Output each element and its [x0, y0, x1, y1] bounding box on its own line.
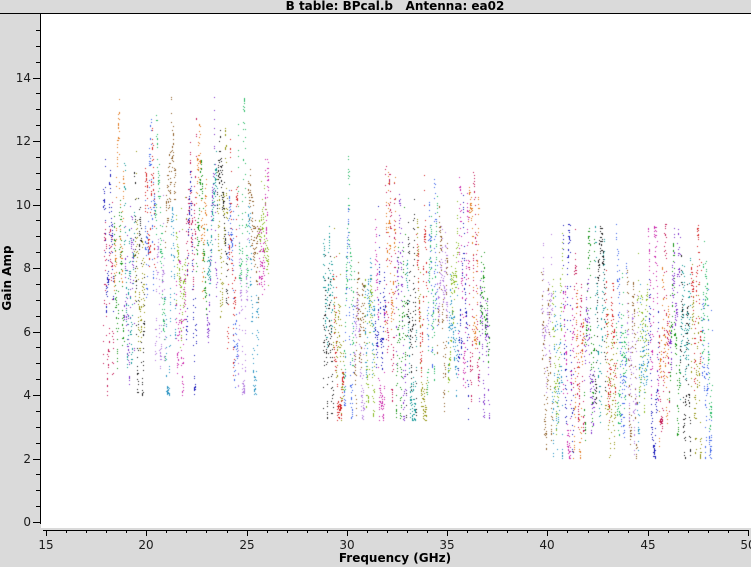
- y-minor-tick: [36, 427, 40, 428]
- x-minor-tick: [688, 530, 689, 533]
- x-minor-tick: [327, 530, 328, 533]
- title-bar: B table: BPcal.b Antenna: ea02: [0, 0, 751, 14]
- x-tick-label: 35: [427, 538, 467, 552]
- y-minor-tick: [36, 252, 40, 253]
- y-tick-label: 10: [0, 198, 31, 212]
- x-minor-tick: [407, 530, 408, 533]
- y-minor-tick: [36, 125, 40, 126]
- x-tick-label: 15: [26, 538, 66, 552]
- x-tick-label: 45: [628, 538, 668, 552]
- x-minor-tick: [628, 530, 629, 533]
- y-minor-tick: [36, 46, 40, 47]
- plot-points-canvas[interactable]: [41, 14, 751, 528]
- x-minor-tick: [527, 530, 528, 533]
- y-tick-label: 4: [0, 388, 31, 402]
- x-axis-title: Frequency (GHz): [42, 551, 748, 565]
- x-major-tick: [748, 530, 749, 536]
- y-minor-tick: [36, 189, 40, 190]
- y-minor-tick: [36, 30, 40, 31]
- y-major-tick: [33, 268, 40, 269]
- x-minor-tick: [507, 530, 508, 533]
- x-minor-tick: [166, 530, 167, 533]
- x-minor-tick: [487, 530, 488, 533]
- y-minor-tick: [36, 236, 40, 237]
- y-minor-tick: [36, 474, 40, 475]
- y-minor-tick: [36, 173, 40, 174]
- y-minor-tick: [36, 157, 40, 158]
- y-major-tick: [33, 205, 40, 206]
- x-minor-tick: [126, 530, 127, 533]
- x-major-tick: [447, 530, 448, 536]
- y-minor-tick: [36, 220, 40, 221]
- y-minor-tick: [36, 443, 40, 444]
- x-major-tick: [648, 530, 649, 536]
- y-major-tick: [33, 459, 40, 460]
- x-minor-tick: [588, 530, 589, 533]
- x-minor-tick: [66, 530, 67, 533]
- x-major-tick: [146, 530, 147, 536]
- x-tick-label: 40: [527, 538, 567, 552]
- y-minor-tick: [36, 300, 40, 301]
- plot-title: B table: BPcal.b Antenna: ea02: [42, 0, 748, 13]
- x-minor-tick: [708, 530, 709, 533]
- y-minor-tick: [36, 62, 40, 63]
- y-tick-label: 6: [0, 325, 31, 339]
- y-minor-tick: [36, 490, 40, 491]
- x-minor-tick: [387, 530, 388, 533]
- y-major-tick: [33, 141, 40, 142]
- x-minor-tick: [728, 530, 729, 533]
- y-tick-label: 14: [0, 71, 31, 85]
- y-tick-label: 0: [0, 515, 31, 529]
- x-minor-tick: [367, 530, 368, 533]
- x-minor-tick: [206, 530, 207, 533]
- x-tick-label: 50: [728, 538, 751, 552]
- y-minor-tick: [36, 347, 40, 348]
- y-minor-tick: [36, 363, 40, 364]
- x-minor-tick: [467, 530, 468, 533]
- x-minor-tick: [106, 530, 107, 533]
- x-tick-label: 20: [126, 538, 166, 552]
- x-major-tick: [547, 530, 548, 536]
- x-tick-label: 30: [327, 538, 367, 552]
- y-tick-label: 2: [0, 452, 31, 466]
- y-major-tick: [33, 78, 40, 79]
- y-minor-tick: [36, 93, 40, 94]
- x-minor-tick: [267, 530, 268, 533]
- x-major-tick: [46, 530, 47, 536]
- x-minor-tick: [427, 530, 428, 533]
- y-minor-tick: [36, 411, 40, 412]
- x-minor-tick: [227, 530, 228, 533]
- y-tick-label: 12: [0, 134, 31, 148]
- y-minor-tick: [36, 109, 40, 110]
- y-axis-title: Gain Amp: [0, 240, 14, 316]
- x-minor-tick: [668, 530, 669, 533]
- y-major-tick: [33, 332, 40, 333]
- y-major-tick: [33, 395, 40, 396]
- y-minor-tick: [36, 379, 40, 380]
- x-axis-backbone: [43, 530, 748, 531]
- x-minor-tick: [86, 530, 87, 533]
- x-minor-tick: [186, 530, 187, 533]
- y-minor-tick: [36, 506, 40, 507]
- x-major-tick: [347, 530, 348, 536]
- x-major-tick: [247, 530, 248, 536]
- x-minor-tick: [567, 530, 568, 533]
- x-minor-tick: [608, 530, 609, 533]
- plot-window: B table: BPcal.b Antenna: ea02 024681012…: [0, 0, 751, 567]
- x-minor-tick: [287, 530, 288, 533]
- x-tick-label: 25: [227, 538, 267, 552]
- x-minor-tick: [307, 530, 308, 533]
- y-minor-tick: [36, 316, 40, 317]
- y-minor-tick: [36, 284, 40, 285]
- y-major-tick: [33, 522, 40, 523]
